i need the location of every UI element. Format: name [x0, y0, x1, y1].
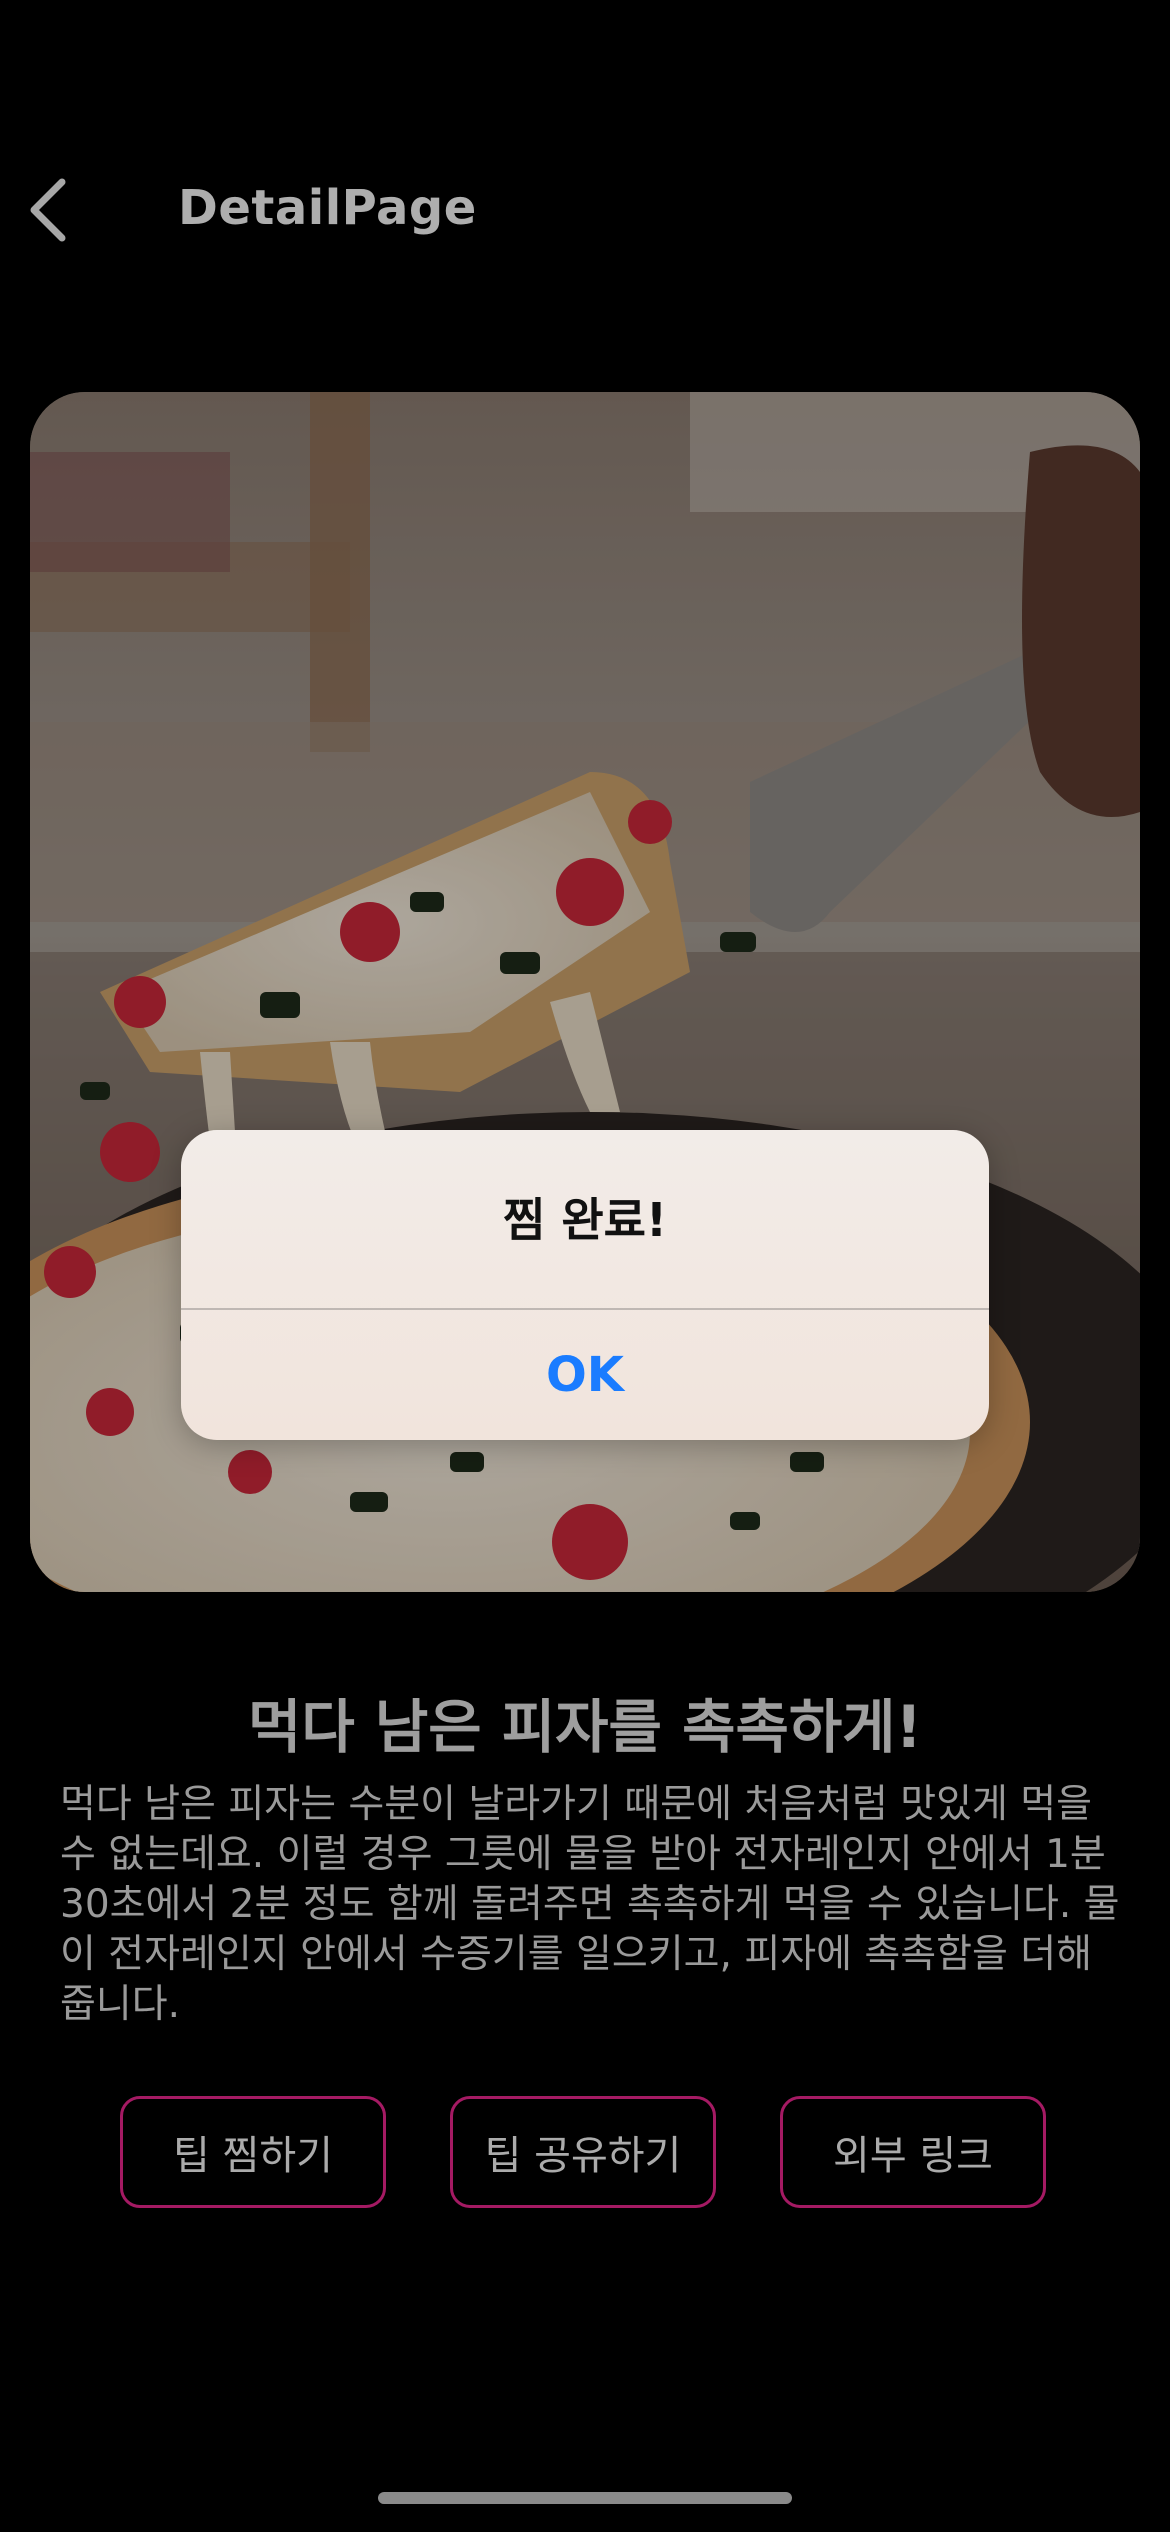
alert-ok-button[interactable]: OK — [181, 1310, 989, 1440]
home-indicator — [378, 2492, 792, 2504]
alert-title: 찜 완료! — [503, 1193, 667, 1247]
alert-dialog: 찜 완료! OK — [181, 1130, 989, 1440]
